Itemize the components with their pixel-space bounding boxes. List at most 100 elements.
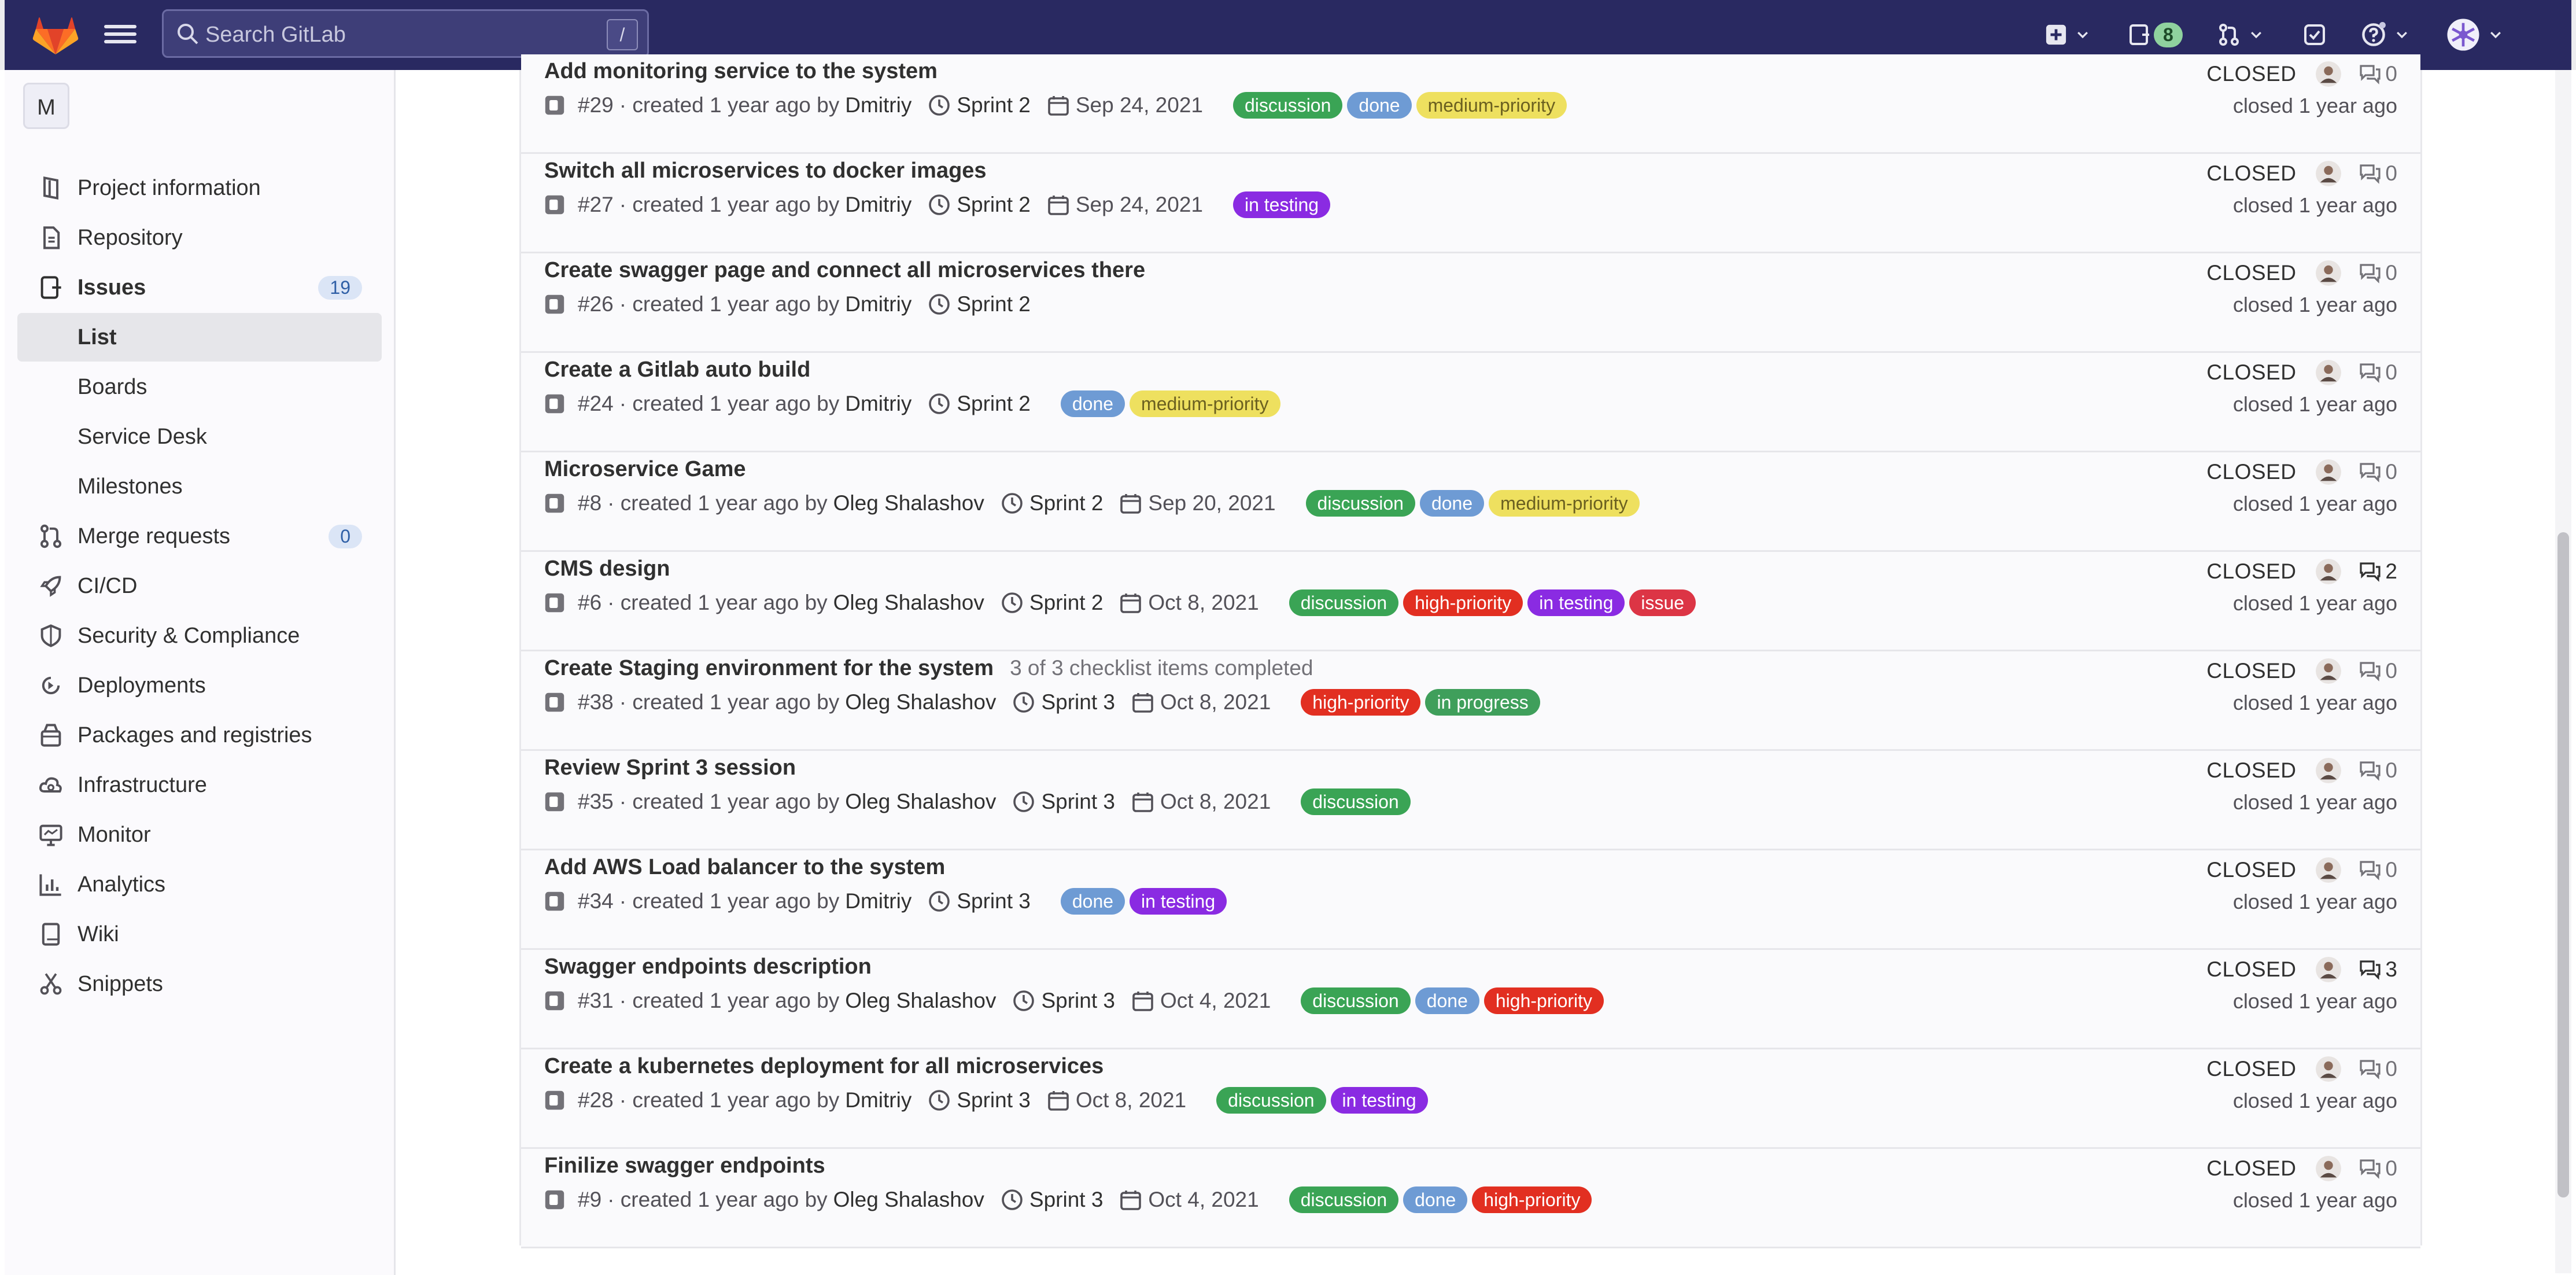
sidebar-item-project-information[interactable]: Project information (17, 164, 382, 212)
issue-row[interactable]: Create a Gitlab auto build #24 · created… (521, 353, 2420, 452)
comments-link[interactable]: 0 (2359, 161, 2397, 186)
assignee-avatar[interactable] (2316, 1156, 2342, 1181)
assignee-avatar[interactable] (2316, 658, 2342, 684)
sidebar-item-infrastructure[interactable]: Infrastructure (17, 761, 382, 809)
issue-row[interactable]: Swagger endpoints description #31 · crea… (521, 950, 2420, 1049)
issue-title-link[interactable]: Add AWS Load balancer to the system (544, 855, 945, 879)
issue-author-link[interactable]: Dmitriy (845, 193, 911, 217)
milestone-link[interactable]: Sprint 3 (957, 889, 1031, 913)
sidebar-item-deployments[interactable]: Deployments (17, 661, 382, 710)
issue-author-link[interactable]: Dmitriy (845, 292, 911, 316)
scrollbar-thumb[interactable] (2557, 532, 2569, 1197)
comments-link[interactable]: 0 (2359, 1057, 2397, 1081)
issue-author-link[interactable]: Oleg Shalashov (833, 1188, 984, 1212)
issue-author-link[interactable]: Dmitriy (845, 93, 911, 117)
sidebar-item-service-desk[interactable]: Service Desk (17, 412, 382, 461)
sidebar-item-milestones[interactable]: Milestones (17, 462, 382, 511)
label-badge[interactable]: discussion (1232, 92, 1343, 119)
label-badge[interactable]: in testing (1130, 888, 1227, 915)
issue-author-link[interactable]: Oleg Shalashov (833, 591, 984, 615)
comments-link[interactable]: 0 (2359, 1156, 2397, 1181)
assignee-avatar[interactable] (2316, 459, 2342, 485)
sidebar-item-snippets[interactable]: Snippets (17, 960, 382, 1008)
issue-author-link[interactable]: Dmitriy (845, 889, 911, 913)
label-badge[interactable]: done (1415, 987, 1479, 1014)
issue-row[interactable]: CMS design #6 · created 1 year ago by Ol… (521, 552, 2420, 651)
comments-link[interactable]: 0 (2359, 659, 2397, 683)
comments-link[interactable]: 2 (2359, 559, 2397, 584)
issue-title-link[interactable]: Review Sprint 3 session (544, 756, 796, 780)
sidebar-item-security-compliance[interactable]: Security & Compliance (17, 611, 382, 660)
milestone-link[interactable]: Sprint 3 (1041, 690, 1115, 714)
assignee-avatar[interactable] (2316, 161, 2342, 186)
issue-title-link[interactable]: Add monitoring service to the system (544, 59, 938, 83)
label-badge[interactable]: discussion (1289, 589, 1399, 616)
label-badge[interactable]: done (1060, 390, 1125, 417)
issue-title-link[interactable]: Create Staging environment for the syste… (544, 656, 994, 680)
milestone-link[interactable]: Sprint 3 (957, 1088, 1031, 1112)
merge-requests-dropdown[interactable] (2217, 17, 2264, 52)
comments-link[interactable]: 0 (2359, 758, 2397, 783)
label-badge[interactable]: high-priority (1403, 589, 1523, 616)
search-input[interactable] (204, 18, 577, 51)
milestone-link[interactable]: Sprint 2 (1029, 491, 1104, 515)
issue-row[interactable]: Create Staging environment for the syste… (521, 651, 2420, 751)
issue-title-link[interactable]: Create a Gitlab auto build (544, 358, 810, 382)
issue-row[interactable]: Add AWS Load balancer to the system #34 … (521, 850, 2420, 950)
issue-row[interactable]: Add monitoring service to the system #29… (521, 54, 2420, 154)
issue-row[interactable]: Review Sprint 3 session #35 · created 1 … (521, 751, 2420, 850)
assignee-avatar[interactable] (2316, 360, 2342, 385)
label-badge[interactable]: done (1347, 92, 1412, 119)
label-badge[interactable]: high-priority (1472, 1186, 1592, 1213)
sidebar-item-repository[interactable]: Repository (17, 213, 382, 262)
issue-title-link[interactable]: Create a kubernetes deployment for all m… (544, 1054, 1104, 1078)
issue-title-link[interactable]: Create swagger page and connect all micr… (544, 258, 1145, 282)
issue-title-link[interactable]: Microservice Game (544, 457, 746, 481)
issue-author-link[interactable]: Dmitriy (845, 392, 911, 416)
milestone-link[interactable]: Sprint 2 (957, 292, 1031, 316)
help-dropdown[interactable] (2361, 17, 2409, 52)
sidebar-item-wiki[interactable]: Wiki (17, 910, 382, 959)
issue-author-link[interactable]: Oleg Shalashov (845, 690, 996, 714)
sidebar-item-analytics[interactable]: Analytics (17, 860, 382, 909)
search-box[interactable]: / (162, 9, 649, 58)
label-badge[interactable]: in testing (1232, 191, 1331, 218)
label-badge[interactable]: discussion (1289, 1186, 1399, 1213)
issue-row[interactable]: Microservice Game #8 · created 1 year ag… (521, 452, 2420, 552)
milestone-link[interactable]: Sprint 2 (1029, 591, 1104, 615)
label-badge[interactable]: discussion (1216, 1087, 1326, 1114)
issue-author-link[interactable]: Oleg Shalashov (845, 989, 996, 1013)
label-badge[interactable]: done (1060, 888, 1125, 915)
assignee-avatar[interactable] (2316, 260, 2342, 286)
label-badge[interactable]: high-priority (1301, 689, 1421, 716)
issue-row[interactable]: Create swagger page and connect all micr… (521, 253, 2420, 353)
milestone-link[interactable]: Sprint 2 (957, 392, 1031, 416)
label-badge[interactable]: discussion (1305, 490, 1415, 517)
issue-author-link[interactable]: Oleg Shalashov (845, 790, 996, 814)
comments-link[interactable]: 3 (2359, 957, 2397, 982)
sidebar-item-monitor[interactable]: Monitor (17, 810, 382, 859)
sidebar-item-ci-cd[interactable]: CI/CD (17, 562, 382, 610)
label-badge[interactable]: medium-priority (1130, 390, 1280, 417)
sidebar-item-issues[interactable]: Issues 19 (17, 263, 382, 312)
label-badge[interactable]: high-priority (1483, 987, 1604, 1014)
comments-link[interactable]: 0 (2359, 261, 2397, 285)
project-avatar[interactable]: M (23, 83, 69, 129)
gitlab-logo-icon[interactable] (32, 12, 79, 58)
milestone-link[interactable]: Sprint 3 (1041, 790, 1115, 814)
user-menu-dropdown[interactable] (2446, 17, 2503, 52)
todos-button[interactable] (2303, 17, 2326, 52)
assignee-avatar[interactable] (2316, 61, 2342, 87)
issue-author-link[interactable]: Dmitriy (845, 1088, 911, 1112)
milestone-link[interactable]: Sprint 3 (1029, 1188, 1104, 1212)
assignee-avatar[interactable] (2316, 857, 2342, 883)
label-badge[interactable]: in testing (1330, 1087, 1428, 1114)
issues-nav-button[interactable]: 8 (2128, 17, 2183, 52)
label-badge[interactable]: done (1403, 1186, 1468, 1213)
issue-row[interactable]: Switch all microservices to docker image… (521, 154, 2420, 253)
milestone-link[interactable]: Sprint 2 (957, 193, 1031, 217)
assignee-avatar[interactable] (2316, 1056, 2342, 1082)
label-badge[interactable]: discussion (1301, 788, 1411, 815)
label-badge[interactable]: medium-priority (1489, 490, 1640, 517)
issue-title-link[interactable]: Switch all microservices to docker image… (544, 159, 987, 183)
